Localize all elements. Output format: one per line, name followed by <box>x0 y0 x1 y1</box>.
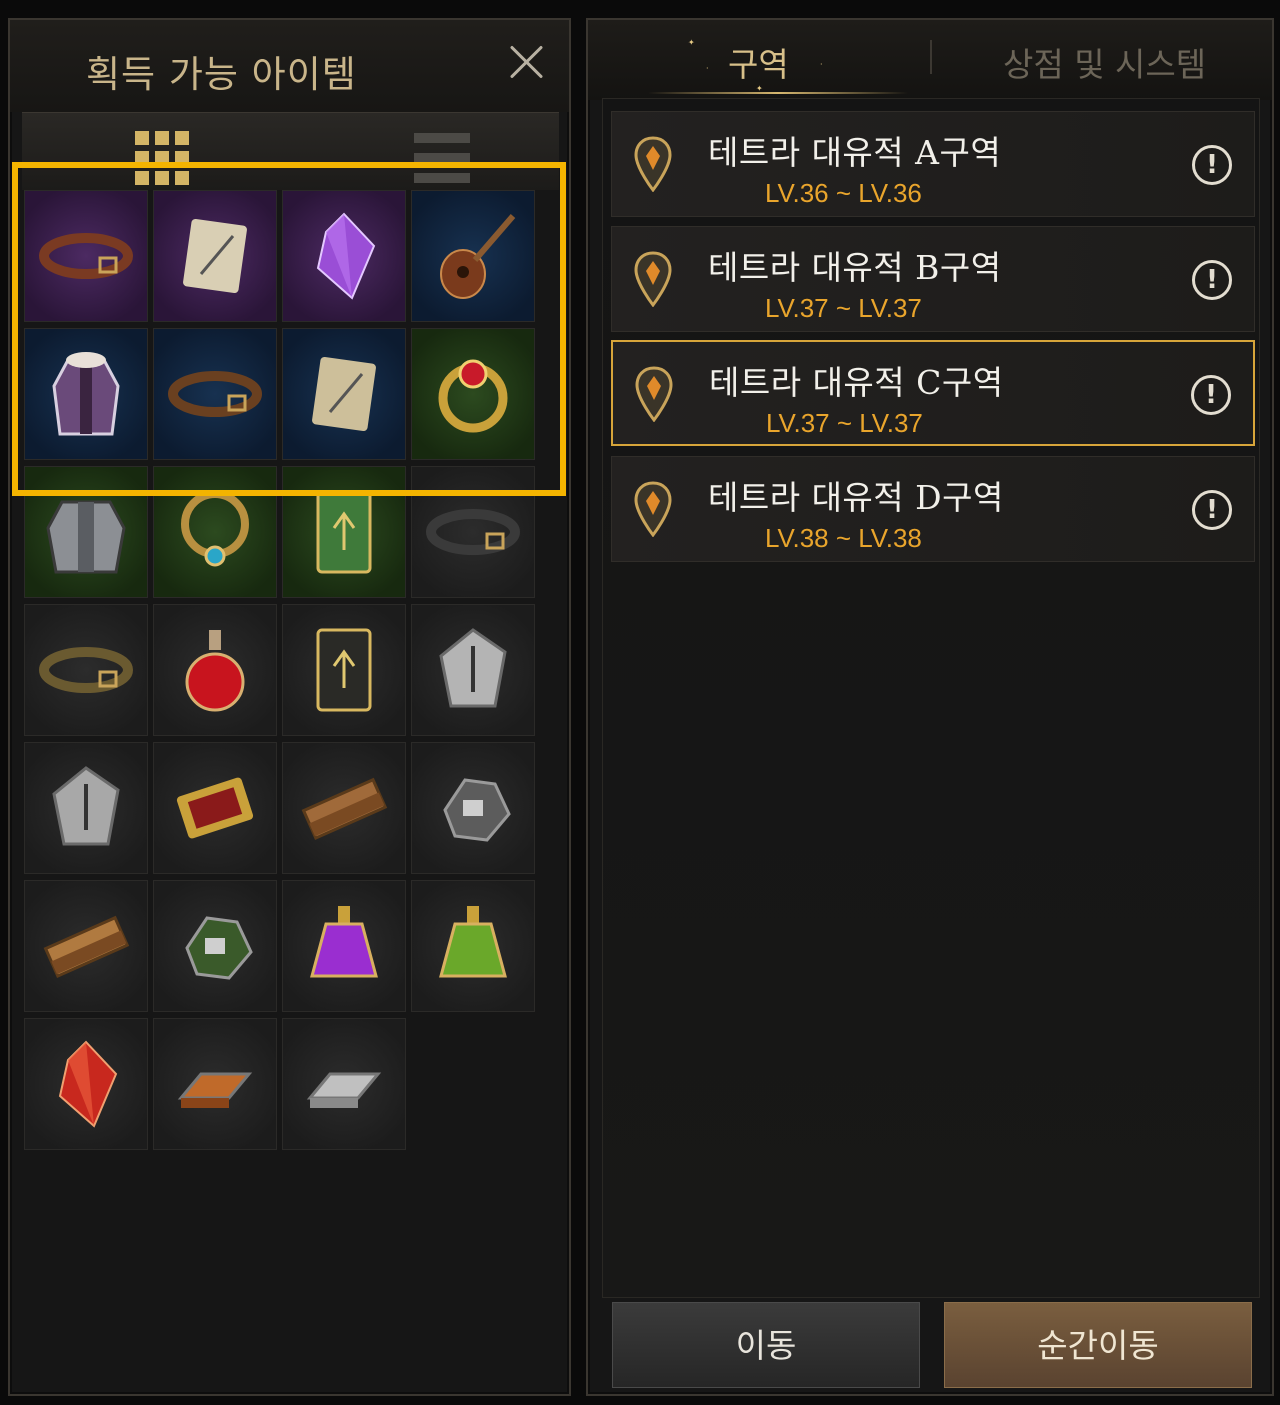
item-slot-wood-planks[interactable] <box>282 742 406 874</box>
info-icon[interactable]: ! <box>1192 490 1232 530</box>
scroll-icon <box>183 218 247 294</box>
item-slot-silver-ingot[interactable] <box>282 1018 406 1150</box>
area-row[interactable]: 테트라 대유적 A구역 LV.36 ~ LV.36! <box>611 111 1255 217</box>
item-slot-red-potion[interactable] <box>153 604 277 736</box>
belt-icon <box>39 647 133 693</box>
flask-icon <box>310 906 378 978</box>
area-level-range: LV.37 ~ LV.37 <box>766 408 923 438</box>
location-pin-icon <box>634 481 672 537</box>
ingot-icon <box>177 1072 253 1108</box>
area-row[interactable]: 테트라 대유적 B구역 LV.37 ~ LV.37! <box>611 226 1255 332</box>
item-slot-simple-belt[interactable] <box>24 604 148 736</box>
ticket-icon <box>176 777 254 839</box>
item-slot-purple-crystal[interactable] <box>282 190 406 322</box>
item-slot-dark-card[interactable] <box>282 604 406 736</box>
location-pin-icon <box>635 366 673 422</box>
coat-icon <box>52 352 120 436</box>
active-tab-indicator <box>648 92 908 94</box>
item-slot-red-crystal[interactable] <box>24 1018 148 1150</box>
area-level-range: LV.38 ~ LV.38 <box>765 523 922 553</box>
belt-icon <box>39 233 133 279</box>
wood-icon <box>43 915 130 979</box>
potion-icon <box>185 630 245 712</box>
crystal-icon <box>58 1040 118 1128</box>
area-list: 테트라 대유적 A구역 LV.36 ~ LV.36! 테트라 대유적 B구역 LV.3… <box>602 98 1260 1298</box>
tab-bar: 구역 상점 및 시스템 ✦ · · ✦ <box>588 20 1272 100</box>
area-name: 테트라 대유적 A구역 <box>708 133 1002 172</box>
item-grid <box>24 190 540 1150</box>
grid-icon[interactable] <box>135 131 189 185</box>
teleport-button[interactable]: 순간이동 <box>944 1302 1252 1388</box>
ore-icon <box>185 916 253 980</box>
lute-icon <box>440 214 516 299</box>
item-slot-golden-ticket[interactable] <box>153 742 277 874</box>
item-slot-jeweled-necklace[interactable] <box>153 466 277 598</box>
panel-title: 획득 가능 아이템 <box>86 53 357 96</box>
panel-header: 획득 가능 아이템 <box>10 20 569 112</box>
item-slot-purple-elixir[interactable] <box>282 880 406 1012</box>
location-pin-icon <box>634 136 672 192</box>
info-icon[interactable]: ! <box>1192 145 1232 185</box>
belt-icon <box>168 371 262 417</box>
sparkle-icon: ✦ <box>688 38 695 47</box>
area-row[interactable]: 테트라 대유적 C구역 LV.37 ~ LV.37! <box>611 340 1255 446</box>
sparkle-icon: · <box>820 60 823 69</box>
item-slot-ring-stone[interactable] <box>24 742 148 874</box>
item-slot-green-ore[interactable] <box>153 880 277 1012</box>
item-slot-green-elixir[interactable] <box>411 880 535 1012</box>
info-icon[interactable]: ! <box>1191 375 1231 415</box>
item-slot-belt-purple[interactable] <box>24 190 148 322</box>
list-icon[interactable] <box>414 133 470 183</box>
area-name: 테트라 대유적 C구역 <box>709 363 1004 402</box>
area-level-range: LV.37 ~ LV.37 <box>765 293 922 323</box>
item-slot-fur-coat[interactable] <box>24 328 148 460</box>
armor-icon <box>46 500 126 574</box>
item-slot-tied-scroll[interactable] <box>282 328 406 460</box>
tab-area[interactable]: 구역 <box>728 38 789 86</box>
ring-icon <box>438 359 508 433</box>
sparkle-icon: · <box>706 64 709 73</box>
item-slot-copper-ingot[interactable] <box>153 1018 277 1150</box>
view-toggle-row <box>22 112 559 190</box>
sparkle-icon: ✦ <box>756 84 763 93</box>
item-slot-sword-stone[interactable] <box>411 604 535 736</box>
item-slot-plate-armor[interactable] <box>24 466 148 598</box>
info-icon[interactable]: ! <box>1192 260 1232 300</box>
close-icon[interactable] <box>507 42 547 82</box>
item-slot-gray-belt[interactable] <box>411 466 535 598</box>
item-slot-ruby-ring[interactable] <box>411 328 535 460</box>
card-icon <box>316 490 372 574</box>
stone-icon <box>52 766 120 846</box>
item-slot-green-card[interactable] <box>282 466 406 598</box>
wood-icon <box>301 777 388 841</box>
area-name: 테트라 대유적 B구역 <box>708 248 1002 287</box>
ore-icon <box>443 778 511 842</box>
flask-icon <box>439 906 507 978</box>
ingot-icon <box>306 1072 382 1108</box>
location-pin-icon <box>634 251 672 307</box>
stone-icon <box>439 628 507 708</box>
move-button[interactable]: 이동 <box>612 1302 920 1388</box>
empty-slot <box>411 1018 535 1150</box>
item-slot-sword-scroll[interactable] <box>153 190 277 322</box>
scroll-icon <box>312 356 376 432</box>
card-icon <box>316 628 372 712</box>
belt-icon <box>426 509 520 555</box>
area-name: 테트라 대유적 D구역 <box>708 478 1004 517</box>
crystal-icon <box>316 212 376 300</box>
necklace-icon <box>181 490 249 567</box>
tab-shop-system[interactable]: 상점 및 시스템 <box>1003 38 1206 86</box>
item-slot-wood-log[interactable] <box>24 880 148 1012</box>
item-slot-lute[interactable] <box>411 190 535 322</box>
item-slot-leather-belt[interactable] <box>153 328 277 460</box>
item-slot-iron-ore[interactable] <box>411 742 535 874</box>
area-panel: 구역 상점 및 시스템 ✦ · · ✦ 테트라 대유적 A구역 LV.36 ~ L… <box>586 18 1274 1396</box>
area-level-range: LV.36 ~ LV.36 <box>765 178 922 208</box>
area-row[interactable]: 테트라 대유적 D구역 LV.38 ~ LV.38! <box>611 456 1255 562</box>
tab-divider <box>930 40 932 74</box>
